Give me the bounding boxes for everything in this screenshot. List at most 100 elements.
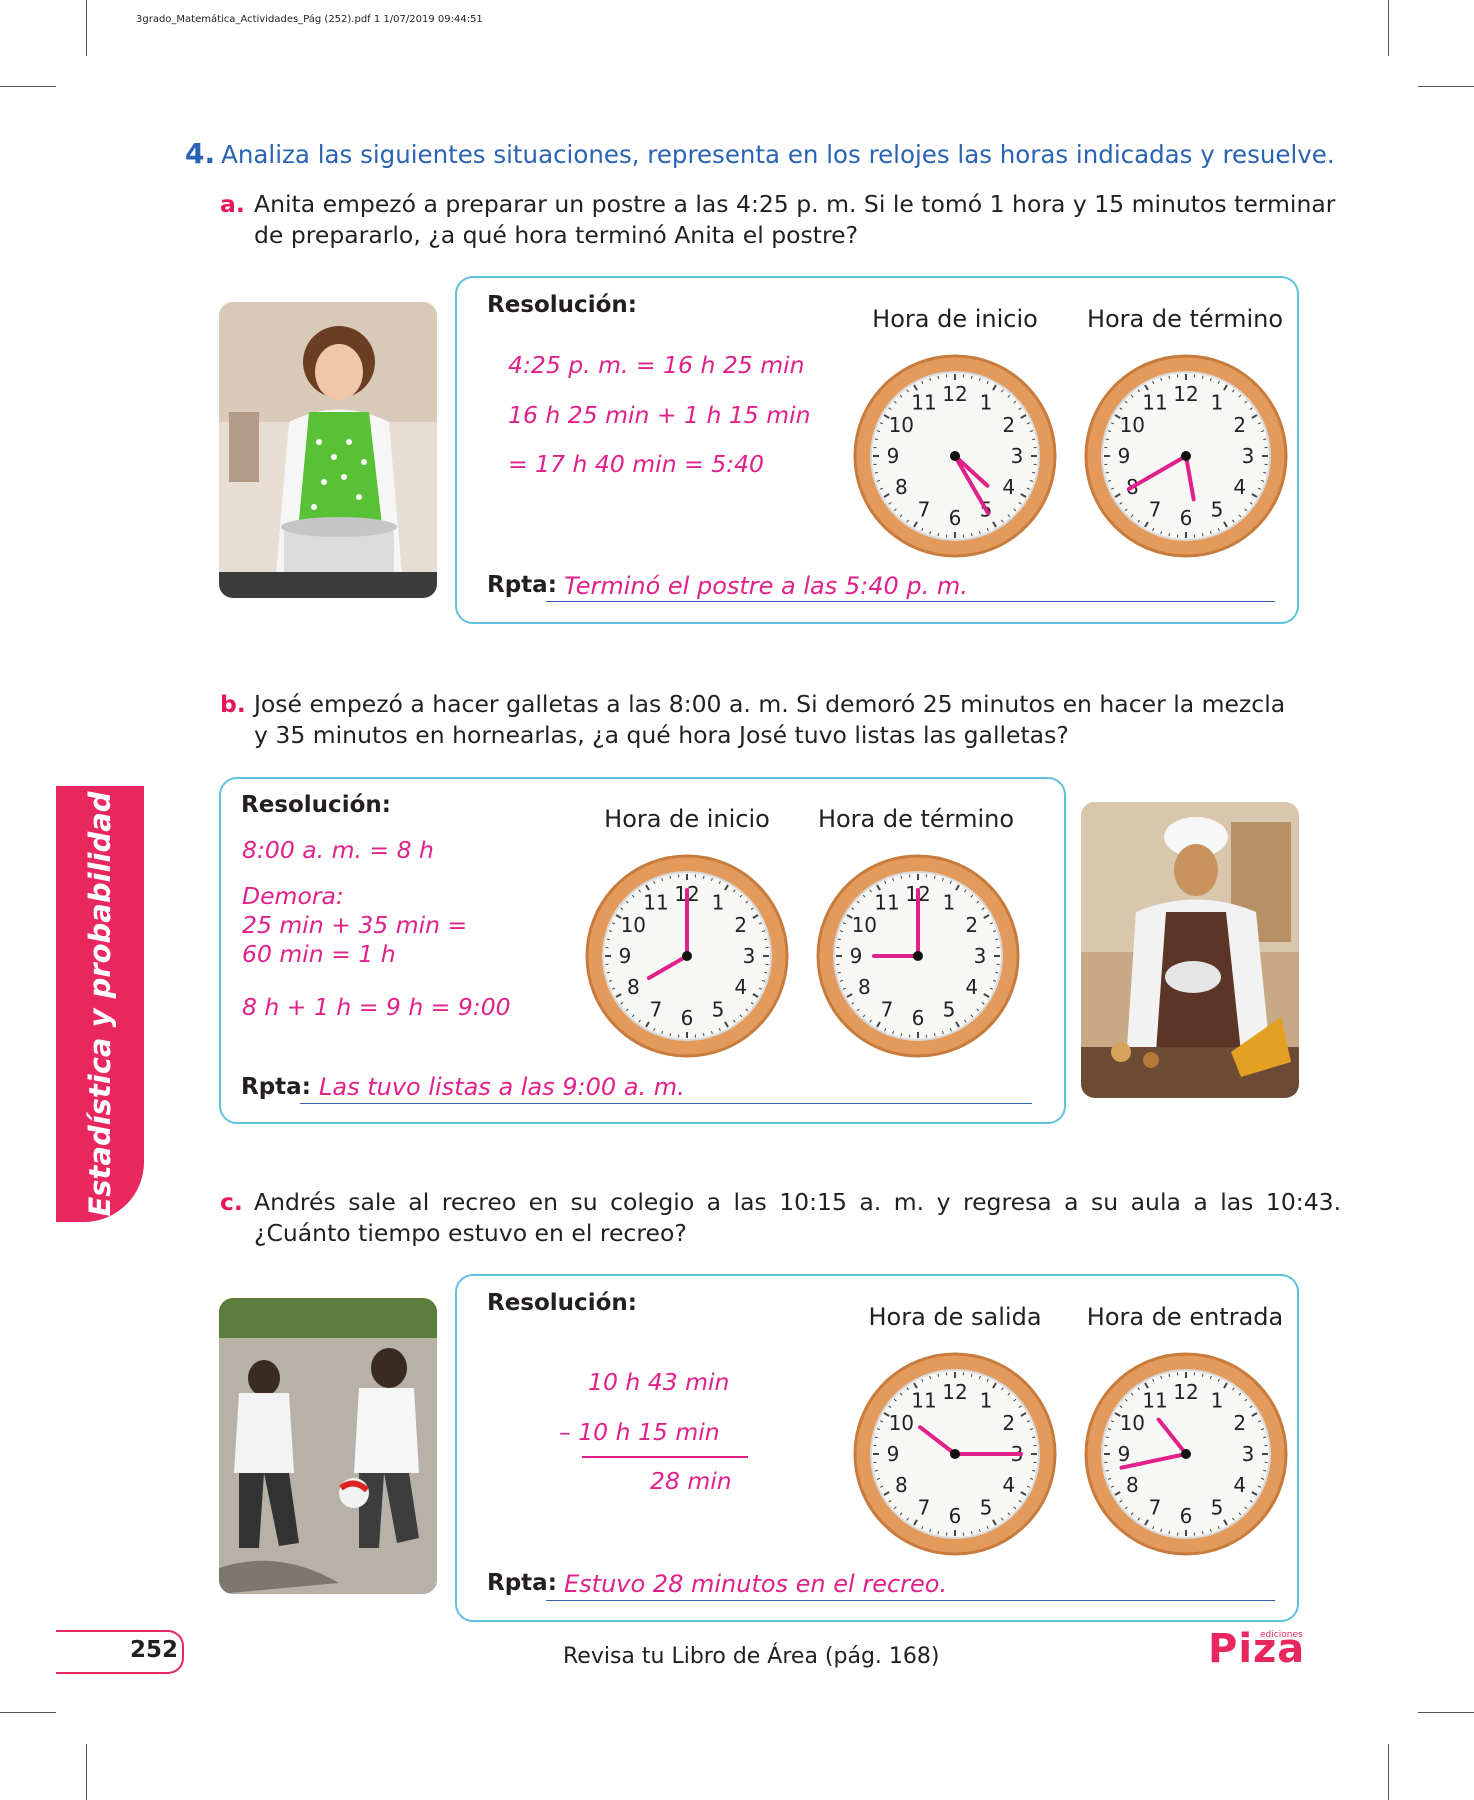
clock-tick xyxy=(1201,375,1204,379)
clock-caption: Hora de término xyxy=(817,805,1015,833)
clock-end-a[interactable]: 121234567891011 xyxy=(1083,353,1289,563)
clock-tick xyxy=(1032,1469,1036,1472)
clock-tick xyxy=(874,1436,878,1439)
crop-mark xyxy=(1418,1712,1474,1713)
clock-number: 4 xyxy=(734,975,747,999)
clock-tick xyxy=(1263,438,1267,441)
clock-tick xyxy=(702,1033,705,1037)
work-line: 8:00 a. m. = 8 h xyxy=(242,836,434,864)
clock-tick xyxy=(1263,471,1267,474)
clock-number: 5 xyxy=(712,998,725,1022)
clock-tick xyxy=(1168,533,1171,537)
clock-number: 6 xyxy=(949,1504,962,1528)
clock-number: 10 xyxy=(889,1411,914,1435)
clock-tick xyxy=(933,1033,936,1037)
clock-number: 9 xyxy=(1118,1442,1131,1466)
clock-number: 2 xyxy=(734,913,747,937)
photo-boys-soccer xyxy=(219,1298,437,1594)
clock-tick xyxy=(937,1373,940,1377)
clock-tick xyxy=(970,1531,973,1535)
publisher-logo: Piza xyxy=(1208,1626,1306,1672)
crop-mark xyxy=(86,1744,87,1800)
clock-number: 4 xyxy=(965,975,978,999)
clock-tick xyxy=(837,938,841,941)
item-letter: a. xyxy=(220,190,245,218)
clock-center-pin xyxy=(913,951,923,961)
clock-number: 6 xyxy=(681,1006,694,1030)
clock-tick xyxy=(874,438,878,441)
clock-number: 11 xyxy=(911,390,936,414)
clock-entry-c[interactable]: 12 1 2 3 4 5 6 7 8 9 10 11 xyxy=(1083,1351,1289,1561)
clock-tick xyxy=(900,875,903,879)
clock-number: 7 xyxy=(918,1496,931,1520)
question-text: Analiza las siguientes situaciones, repr… xyxy=(221,140,1335,169)
clock-tick xyxy=(1105,471,1109,474)
clock-tick xyxy=(1201,1531,1204,1535)
clock-tick xyxy=(1201,533,1204,537)
clock-end-b[interactable]: 121234567891011 xyxy=(815,853,1021,1063)
clock-number: 1 xyxy=(1211,1388,1224,1412)
clock-center-pin xyxy=(1181,451,1191,461)
question-title: 4. Analiza las siguientes situaciones, re… xyxy=(185,137,1335,170)
clock-tick xyxy=(1105,1436,1109,1439)
statement-line: Anita empezó a preparar un postre a las … xyxy=(254,190,1336,218)
clock-number: 9 xyxy=(887,1442,900,1466)
clock-number: 4 xyxy=(1233,1473,1246,1497)
clock-center-pin xyxy=(950,451,960,461)
clock-tick xyxy=(995,971,999,974)
clock-number: 5 xyxy=(943,998,956,1022)
crop-mark xyxy=(1388,1744,1389,1800)
clock-number: 7 xyxy=(650,998,663,1022)
clock-exit-c[interactable]: 121234567891011 xyxy=(852,1351,1058,1561)
crop-mark xyxy=(1388,0,1389,56)
work-line: 4:25 p. m. = 16 h 25 min xyxy=(508,351,805,379)
work-line: = 17 h 40 min = 5:40 xyxy=(508,450,764,478)
work-line: 8 h + 1 h = 9 h = 9:00 xyxy=(242,993,511,1021)
photo-girl-cooking xyxy=(219,302,437,598)
question-number: 4. xyxy=(185,137,216,170)
crop-mark xyxy=(0,1712,56,1713)
clock-number: 3 xyxy=(1011,444,1024,468)
clock-caption: Hora de inicio xyxy=(604,805,770,833)
clock-number: 12 xyxy=(942,1380,967,1404)
clock-number: 7 xyxy=(881,998,894,1022)
work-line: 10 h 43 min xyxy=(588,1368,730,1396)
clock-start-b[interactable]: 121234567891011 xyxy=(584,853,790,1063)
clock-number: 10 xyxy=(1120,1411,1145,1435)
clock-number: 12 xyxy=(1173,382,1198,406)
clock-tick xyxy=(764,938,768,941)
clock-tick xyxy=(837,971,841,974)
clock-tick xyxy=(1105,1469,1109,1472)
resolution-label: Resolución: xyxy=(487,292,637,318)
clock-tick xyxy=(995,938,999,941)
clock-tick xyxy=(937,375,940,379)
clock-number: 9 xyxy=(850,944,863,968)
work-line: 28 min xyxy=(650,1467,732,1495)
clock-tick xyxy=(1105,438,1109,441)
clock-tick xyxy=(606,971,610,974)
clock-number: 1 xyxy=(943,890,956,914)
clock-caption: Hora de término xyxy=(1086,305,1284,333)
resolution-label: Resolución: xyxy=(487,1290,637,1316)
page-number: 252 xyxy=(130,1637,179,1663)
clock-center-pin xyxy=(682,951,692,961)
clock-number: 9 xyxy=(887,444,900,468)
clock-number: 4 xyxy=(1002,475,1015,499)
clock-number: 10 xyxy=(1120,413,1145,437)
item-letter: c. xyxy=(220,1188,243,1216)
statement-line: Andrés sale al recreo en su colegio a la… xyxy=(254,1188,1342,1216)
statement-line: José empezó a hacer galletas a las 8:00 … xyxy=(254,690,1286,718)
clock-start-a[interactable]: 121234567891011 xyxy=(852,353,1058,563)
clock-number: 4 xyxy=(1233,475,1246,499)
clock-number: 7 xyxy=(1149,1496,1162,1520)
clock-tick xyxy=(1032,1436,1036,1439)
clock-number: 11 xyxy=(1142,1388,1167,1412)
answer-text: Terminó el postre a las 5:40 p. m. xyxy=(564,572,968,600)
clock-number: 11 xyxy=(911,1388,936,1412)
statement-line: ¿Cuánto tiempo estuvo en el recreo? xyxy=(254,1219,687,1247)
clock-tick xyxy=(1263,1436,1267,1439)
statement-line: de prepararlo, ¿a qué hora terminó Anita… xyxy=(254,221,859,249)
clock-tick xyxy=(970,1373,973,1377)
clock-tick xyxy=(1032,471,1036,474)
crop-mark xyxy=(0,86,56,87)
